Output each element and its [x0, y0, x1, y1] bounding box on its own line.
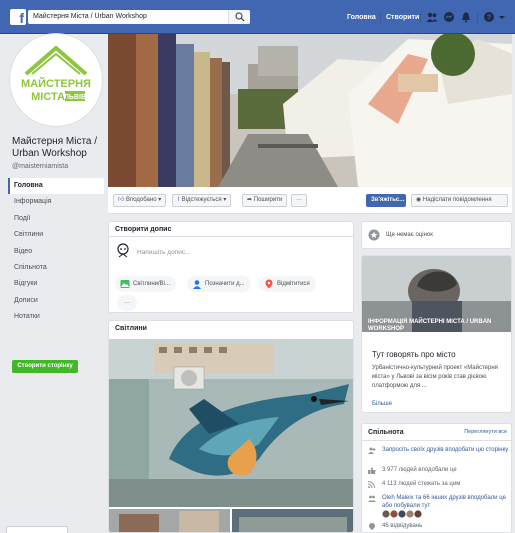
svg-text:?: ?: [487, 15, 491, 22]
about-card: ІНФОРМАЦІЯ МАЙСТЕРНІ МІСТА / URBAN WORKS…: [361, 255, 512, 413]
share-icon: ➦: [247, 197, 253, 203]
svg-text:МАЙСТЕРНЯ: МАЙСТЕРНЯ: [21, 77, 91, 90]
nav-divider: [477, 13, 478, 23]
post-composer-input[interactable]: Напишіть допис...: [137, 249, 191, 256]
see-all-link[interactable]: Переглянути все: [464, 429, 507, 435]
messenger-icon[interactable]: [443, 11, 455, 23]
community-card: Спільнота Переглянути все Запросіть свої…: [361, 423, 512, 533]
page-username[interactable]: @maisterniamista: [12, 163, 68, 170]
thumbs-up-icon: 👍︎: [118, 197, 125, 203]
create-post-card: Створити допис Напишіть допис... Світлин…: [108, 221, 354, 313]
sidebar-item-posts[interactable]: Дописи: [8, 293, 104, 309]
likes-count-text: 3 977 людей вподобали це: [382, 467, 457, 473]
sidebar-item-info[interactable]: Інформація: [8, 194, 104, 210]
create-page-button[interactable]: Створити сторінку: [12, 360, 78, 373]
check-in-button[interactable]: Відмітитися: [259, 276, 316, 292]
create-post-title: Створити допис: [115, 226, 172, 233]
page-navigation: Головна Інформація Події Світлини Відео …: [8, 178, 104, 326]
photos-card: Світлини: [108, 320, 354, 533]
check-in-label: Відмітитися: [277, 281, 310, 287]
like-button-label: Вподобано: [125, 197, 157, 203]
cover-photo-image: [108, 34, 512, 187]
rss-icon: ⌇: [177, 197, 180, 203]
tag-friends-icon: [193, 280, 201, 289]
friends-icon[interactable]: [426, 11, 438, 23]
divider: [362, 440, 511, 441]
send-message-button[interactable]: ◉ Надіслати повідомлення: [411, 194, 508, 207]
sidebar-item-events[interactable]: Події: [8, 211, 104, 227]
thumbs-up-icon: [368, 467, 376, 474]
more-composer-options[interactable]: ···: [117, 295, 137, 311]
rss-icon: [368, 481, 375, 488]
messenger-icon: ◉: [416, 197, 422, 203]
help-icon[interactable]: ?: [483, 11, 495, 23]
sidebar-item-home[interactable]: Головна: [8, 178, 104, 195]
svg-text:МІСТА: МІСТА: [31, 91, 65, 103]
invite-friends-text: Запросіть своїх друзів вподобати цю стор…: [382, 447, 509, 453]
friend-avatars[interactable]: [382, 510, 432, 518]
urban-workshop-logo: МАЙСТЕРНЯ МІСТА ЛЬВІВ: [12, 36, 100, 124]
star-rating-icon: [368, 229, 380, 241]
follow-button-label: Відстежується: [181, 197, 222, 203]
photo-video-button[interactable]: Світлини/Ві...: [115, 276, 176, 292]
friends-liked-text: Oleh Maleix та 66 інших друзів вподобали…: [382, 495, 506, 509]
check-in-icon: [369, 523, 375, 530]
contact-button[interactable]: Зв'яжітьс...: [366, 194, 406, 207]
nav-create-link[interactable]: Створити: [386, 14, 419, 21]
followers-count-text: 4 113 людей стежать за цим: [382, 481, 461, 487]
photo-icon: [120, 280, 130, 288]
sidebar-item-videos[interactable]: Відео: [8, 244, 104, 260]
page-title[interactable]: Майстерня Міста / Urban Workshop: [12, 136, 108, 160]
dropdown-icon[interactable]: [498, 11, 506, 23]
about-more-link[interactable]: Більше: [372, 401, 392, 407]
sidebar-item-photos[interactable]: Світлини: [8, 227, 104, 243]
page-action-bar: 👍︎ Вподобано ▾ ⌇ Відстежується ▾ ➦ Пошир…: [108, 187, 512, 214]
divider: [109, 236, 353, 237]
tag-friends-label: Позначити д...: [205, 281, 245, 287]
sidebar-item-reviews[interactable]: Відгуки: [8, 276, 104, 292]
photo-thumbnails[interactable]: [109, 509, 353, 533]
top-navigation-bar: f Майстерня Міста / Urban Workshop Голов…: [0, 0, 515, 34]
share-button[interactable]: ➦ Поширити: [242, 194, 288, 207]
tag-friends-button[interactable]: Позначити д...: [187, 276, 251, 292]
search-icon: [235, 12, 245, 22]
search-button[interactable]: [228, 10, 250, 24]
friends-icon: [368, 495, 376, 502]
no-ratings-text: Ще немає оцінок: [386, 232, 433, 238]
photo-video-label: Світлини/Ві...: [133, 281, 170, 287]
nav-divider: [380, 13, 381, 23]
follow-button[interactable]: ⌇ Відстежується ▾: [172, 194, 232, 207]
ratings-card: Ще немає оцінок: [361, 221, 512, 249]
nav-home-link[interactable]: Головна: [347, 14, 376, 21]
svg-text:ЛЬВІВ: ЛЬВІВ: [64, 94, 86, 101]
like-button[interactable]: 👍︎ Вподобано ▾: [113, 194, 167, 207]
notifications-icon[interactable]: [460, 11, 472, 23]
page-profile-picture[interactable]: МАЙСТЕРНЯ МІСТА ЛЬВІВ: [10, 34, 102, 126]
chat-bar-tab[interactable]: [6, 526, 68, 533]
share-button-label: Поширити: [253, 197, 283, 203]
invite-friends-icon: [368, 447, 376, 454]
avatar: [117, 243, 129, 258]
community-title: Спільнота: [368, 429, 404, 436]
sidebar-item-community[interactable]: Спільнота: [8, 260, 104, 276]
location-pin-icon: [265, 279, 273, 289]
search-input[interactable]: Майстерня Міста / Urban Workshop: [28, 10, 250, 24]
visits-count-text: 46 відвідувань: [382, 523, 423, 529]
about-headline: Тут говорять про місто: [372, 350, 456, 359]
photos-card-title[interactable]: Світлини: [115, 325, 147, 332]
facebook-logo-icon[interactable]: f: [10, 9, 26, 25]
send-message-label: Надіслати повідомлення: [422, 197, 492, 203]
photo-mural-kingfisher[interactable]: [109, 339, 353, 507]
about-image-caption: ІНФОРМАЦІЯ МАЙСТЕРНІ МІСТА / URBAN WORKS…: [368, 319, 492, 332]
more-options-button[interactable]: ···: [291, 194, 307, 207]
about-description: Урбаністично-культурний проект «Майстерн…: [372, 365, 498, 389]
sidebar-item-notes[interactable]: Нотатки: [8, 309, 104, 325]
nav-divider: [420, 13, 421, 23]
cover-photo[interactable]: [108, 34, 512, 187]
